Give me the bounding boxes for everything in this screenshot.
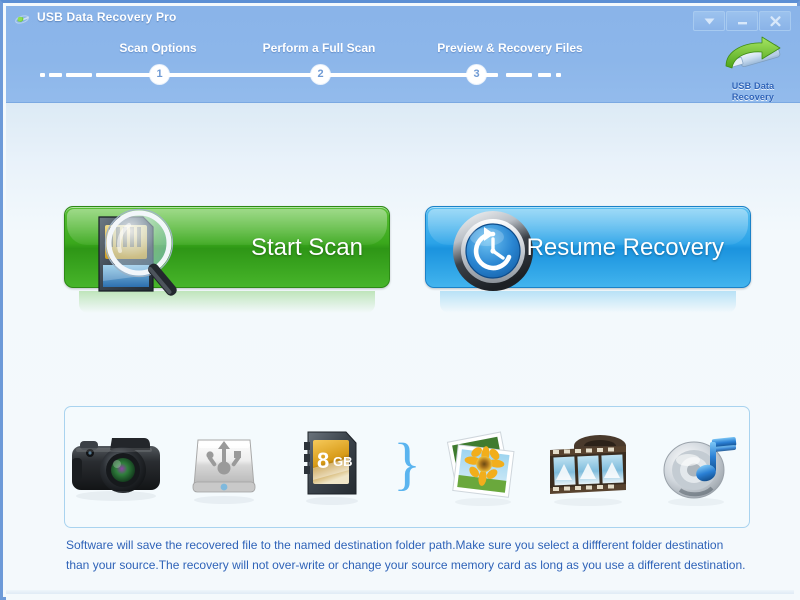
start-scan-label: Start Scan	[250, 234, 363, 261]
step-label-2: Perform a Full Scan	[262, 41, 376, 55]
header: USB Data Recovery Pro Scan Options Perfo…	[6, 6, 800, 103]
close-button[interactable]	[759, 11, 791, 31]
sd-capacity-unit: GB	[333, 454, 353, 469]
step-label-1: Scan Options	[119, 41, 197, 55]
content-area: Start Scan Resume Recovery 8 GB} Softwa…	[6, 103, 800, 600]
track-dash-tail-1	[506, 73, 532, 77]
track-dash-tail-3	[556, 73, 561, 77]
start-scan-button[interactable]: Start Scan	[64, 206, 390, 313]
track-dash-lead-1	[40, 73, 45, 77]
usb-recovery-icon	[15, 13, 31, 26]
status-bar	[6, 590, 794, 594]
memory-card-magnifier-icon	[71, 201, 193, 301]
usb-drive-arrow-icon	[725, 36, 781, 69]
sd-card-icon: 8 GB	[278, 407, 384, 527]
minimize-button[interactable]	[726, 11, 758, 31]
window-frame: USB Data Recovery Pro Scan Options Perfo…	[0, 0, 800, 600]
brand-line-2: Recovery	[731, 92, 775, 102]
video-film-icon	[536, 407, 642, 527]
resume-recovery-label: Resume Recovery	[526, 234, 724, 261]
brand-logo: USB Data Recovery	[716, 36, 790, 103]
resume-recovery-button[interactable]: Resume Recovery	[425, 206, 751, 313]
track-dash-tail-2	[538, 73, 551, 77]
track-dash-lead-3	[66, 73, 92, 77]
destination-note: Software will save the recovered file to…	[66, 538, 746, 572]
step-track: 1 2 3	[40, 65, 588, 84]
window-controls	[693, 11, 791, 31]
application-window: USB Data Recovery Pro Scan Options Perfo…	[0, 0, 800, 600]
track-dash-lead-2	[49, 73, 62, 77]
supported-media-panel: 8 GB }	[64, 406, 750, 528]
step-label-3: Preview & Recovery Files	[437, 41, 583, 55]
step-node-3[interactable]: 3	[467, 65, 486, 84]
sd-capacity-number: 8	[317, 448, 329, 473]
usb-drive-icon	[171, 407, 277, 527]
step-node-1[interactable]: 1	[150, 65, 169, 84]
camera-icon	[65, 407, 171, 527]
window-title: USB Data Recovery Pro	[37, 10, 177, 24]
audio-speaker-icon	[643, 407, 749, 527]
brand-line-1: USB Data	[731, 81, 775, 91]
title-bar[interactable]: USB Data Recovery Pro	[6, 6, 800, 32]
step-indicator: Scan Options Perform a Full Scan Preview…	[6, 36, 800, 92]
brace-separator: }	[393, 431, 421, 496]
step-node-2[interactable]: 2	[311, 65, 330, 84]
action-buttons: Start Scan Resume Recovery	[6, 206, 800, 326]
photos-icon	[430, 407, 536, 527]
collapse-button[interactable]	[693, 11, 725, 31]
